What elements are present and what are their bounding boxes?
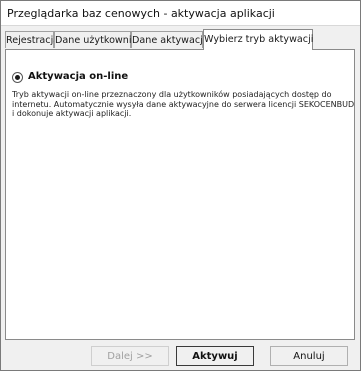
description-line: i dokonuje aktywacji aplikacji.: [12, 109, 132, 118]
radio-label: Aktywacja on-line: [28, 71, 129, 82]
tab-dane-aktywacji[interactable]: Dane aktywacji: [131, 31, 206, 48]
tab-wybierz-tryb-aktywacji[interactable]: Wybierz tryb aktywacji: [203, 29, 313, 50]
tab-strip: Rejestracja Dane użytkownika Dane aktywa…: [5, 29, 355, 50]
title-bar: Przeglądarka baz cenowych - aktywacja ap…: [1, 1, 360, 26]
tab-rejestracja[interactable]: Rejestracja: [5, 31, 59, 48]
radio-selected-dot: [15, 75, 20, 80]
description-line: internetu. Automatycznie wysyła dane akt…: [12, 99, 355, 109]
tab-panel: Aktywacja on-line Tryb aktywacji on-line…: [5, 49, 355, 340]
next-button[interactable]: Dalej >>: [91, 346, 169, 366]
activate-button[interactable]: Aktywuj: [176, 346, 254, 366]
tab-dane-uzytkownika[interactable]: Dane użytkownika: [54, 31, 143, 48]
description-line: Tryb aktywacji on-line przeznaczony dla …: [12, 90, 332, 99]
cancel-button[interactable]: Anuluj: [270, 346, 348, 366]
radio-button[interactable]: [12, 72, 23, 83]
window-title: Przeglądarka baz cenowych - aktywacja ap…: [7, 7, 275, 20]
option-description: Tryb aktywacji on-line przeznaczony dla …: [12, 90, 355, 119]
activation-dialog: Przeglądarka baz cenowych - aktywacja ap…: [0, 0, 361, 371]
